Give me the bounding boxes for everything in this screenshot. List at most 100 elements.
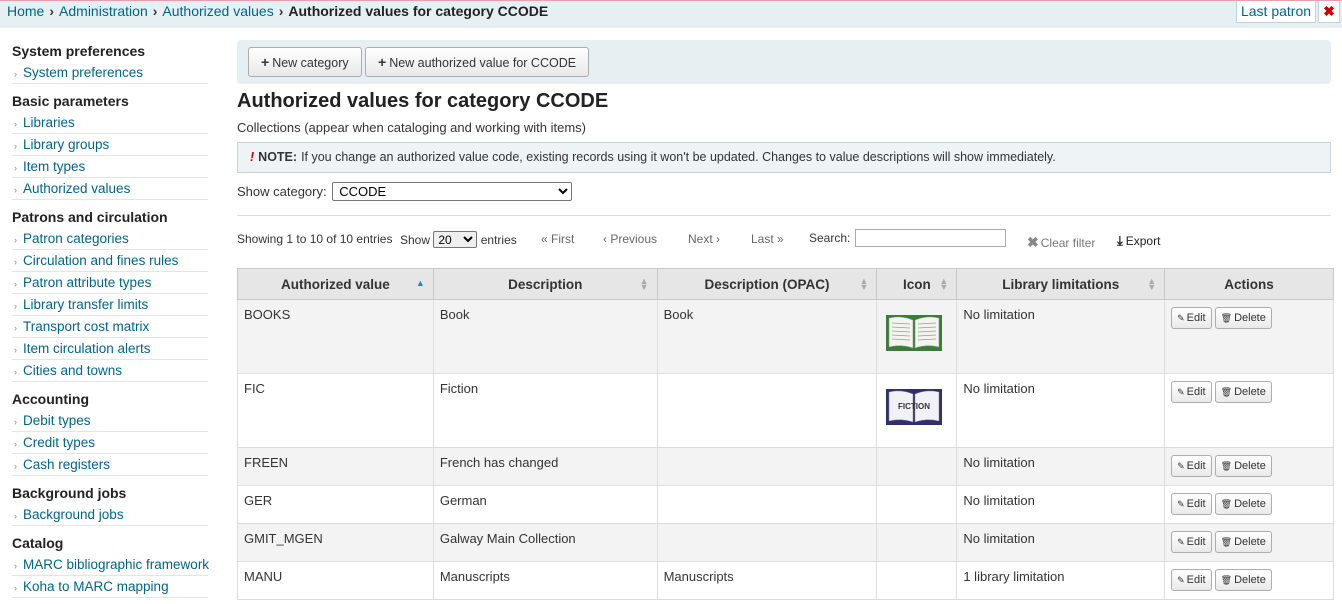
edit-button[interactable]: ✎ Edit	[1171, 569, 1212, 591]
first-page-link[interactable]: « First	[541, 232, 574, 246]
sidebar-item-transport-cost-matrix[interactable]: › Transport cost matrix	[12, 316, 208, 338]
exclamation-icon: !	[250, 150, 255, 164]
chevron-right-icon: ›	[14, 141, 17, 151]
delete-button[interactable]: 🗑 Delete	[1214, 531, 1272, 553]
chevron-right-icon: ›	[14, 279, 17, 289]
sidebar-item-label[interactable]: Item types	[23, 159, 85, 174]
table-row: FREEN French has changed No limitation ✎…	[237, 447, 1334, 486]
cell-description: Fiction	[432, 373, 658, 448]
edit-button[interactable]: ✎ Edit	[1171, 493, 1212, 515]
export-button[interactable]: ⤓ Export	[1117, 233, 1160, 249]
sidebar-item-label[interactable]: Item circulation alerts	[23, 341, 151, 356]
edit-button[interactable]: ✎ Edit	[1171, 455, 1212, 477]
table-row: BOOKS Book Book No limitation ✎ Edit 🗑 Dele…	[237, 299, 1334, 374]
breadcrumb-authorized-values[interactable]: Authorized values	[162, 3, 273, 19]
cell-authorized-value: FREEN	[237, 447, 434, 486]
sidebar-item-debit-types[interactable]: › Debit types	[12, 410, 208, 432]
chevron-right-icon: ›	[14, 417, 17, 427]
edit-button[interactable]: ✎ Edit	[1171, 307, 1212, 329]
sidebar-section: › MARC bibliographic framework › Koha to M…	[12, 554, 209, 598]
sidebar-item-marc-framework[interactable]: › MARC bibliographic framework	[12, 554, 209, 576]
chevron-right-icon: ›	[14, 345, 17, 355]
column-header-authorized-value[interactable]: Authorized value ▲	[237, 268, 434, 300]
last-page-link[interactable]: Last »	[751, 232, 784, 246]
new-authorized-value-button[interactable]: + New authorized value for CCODE	[365, 47, 590, 77]
sidebar-item-patron-categories[interactable]: › Patron categories	[12, 228, 208, 250]
trash-icon: 🗑	[1220, 313, 1233, 323]
new-category-button[interactable]: + New category	[248, 47, 362, 77]
sidebar-item-authorized-values[interactable]: › Authorized values	[12, 178, 208, 200]
sidebar-item-label[interactable]: Circulation and fines rules	[23, 253, 178, 268]
chevron-right-icon: ›	[14, 185, 17, 195]
sort-icon: ▲ ▼	[859, 276, 869, 292]
chevron-right-icon: ›	[14, 439, 17, 449]
sidebar-item-label[interactable]: Credit types	[23, 435, 95, 450]
sidebar-item-label[interactable]: Patron categories	[23, 231, 129, 246]
delete-button[interactable]: 🗑 Delete	[1214, 307, 1272, 329]
chevron-right-icon: ›	[14, 561, 17, 571]
note-label: NOTE:	[258, 150, 298, 164]
cell-description-opac	[656, 373, 878, 448]
last-patron-button[interactable]: Last patron	[1236, 1, 1316, 23]
column-header-description[interactable]: Description ▲ ▼	[432, 268, 658, 300]
sidebar-item-library-transfer-limits[interactable]: › Library transfer limits	[12, 294, 208, 316]
delete-label: Delete	[1234, 498, 1266, 510]
export-label: Export	[1125, 234, 1161, 248]
delete-button[interactable]: 🗑 Delete	[1214, 493, 1272, 515]
clear-filter-button[interactable]: ✖ Clear filter	[1027, 234, 1095, 251]
sidebar-item-background-jobs[interactable]: › Background jobs	[12, 504, 208, 526]
sidebar-item-patron-attribute-types[interactable]: › Patron attribute types	[12, 272, 208, 294]
column-header-library-limitations[interactable]: Library limitations ▲ ▼	[956, 268, 1166, 300]
sidebar-item-credit-types[interactable]: › Credit types	[12, 432, 208, 454]
sidebar-item-system-preferences[interactable]: › System preferences	[12, 62, 208, 84]
chevron-right-icon: ›	[14, 461, 17, 471]
sidebar-item-cash-registers[interactable]: › Cash registers	[12, 454, 208, 476]
sidebar-item-label[interactable]: MARC bibliographic framework	[23, 557, 209, 572]
sidebar-item-label[interactable]: Library groups	[23, 137, 109, 152]
breadcrumb-home[interactable]: Home	[7, 3, 44, 19]
cell-library-limitations: No limitation	[956, 299, 1166, 374]
close-icon[interactable]: ✖	[1318, 1, 1340, 23]
search-input[interactable]	[855, 229, 1006, 247]
sidebar-item-label[interactable]: Debit types	[23, 413, 91, 428]
sidebar-item-koha-marc-mapping[interactable]: › Koha to MARC mapping	[12, 576, 208, 598]
sort-icon: ▲ ▼	[1147, 276, 1157, 292]
edit-button[interactable]: ✎ Edit	[1171, 381, 1212, 403]
sidebar-item-label[interactable]: Koha to MARC mapping	[23, 579, 169, 594]
category-select[interactable]: CCODE	[332, 182, 573, 201]
breadcrumb-administration[interactable]: Administration	[59, 3, 148, 19]
clear-filter-label: Clear filter	[1040, 236, 1096, 250]
chevron-right-icon: ›	[14, 301, 17, 311]
cell-authorized-value: GER	[237, 485, 434, 524]
sidebar-item-label[interactable]: Cities and towns	[23, 363, 122, 378]
edit-label: Edit	[1186, 386, 1206, 398]
sidebar-item-label[interactable]: Library transfer limits	[23, 297, 148, 312]
sidebar-item-label[interactable]: Background jobs	[23, 507, 124, 522]
sidebar-item-libraries[interactable]: › Libraries	[12, 112, 208, 134]
sidebar-item-label[interactable]: System preferences	[23, 65, 143, 80]
sidebar-item-item-types[interactable]: › Item types	[12, 156, 208, 178]
sidebar-item-label[interactable]: Authorized values	[23, 181, 130, 196]
previous-page-link[interactable]: ‹ Previous	[603, 232, 657, 246]
edit-button[interactable]: ✎ Edit	[1171, 531, 1212, 553]
delete-button[interactable]: 🗑 Delete	[1214, 455, 1272, 477]
sidebar-item-cities-and-towns[interactable]: › Cities and towns	[12, 360, 208, 382]
show-label: Show	[400, 233, 431, 247]
sidebar-item-label[interactable]: Cash registers	[23, 457, 110, 472]
sidebar-item-item-circulation-alerts[interactable]: › Item circulation alerts	[12, 338, 208, 360]
column-header-icon[interactable]: Icon ▲ ▼	[876, 268, 958, 300]
sidebar-item-label[interactable]: Patron attribute types	[23, 275, 151, 290]
column-header-description-opac[interactable]: Description (OPAC) ▲ ▼	[656, 268, 878, 300]
next-page-link[interactable]: Next ›	[688, 232, 720, 246]
cell-actions: ✎ Edit 🗑 Delete	[1164, 373, 1334, 448]
page-length-select[interactable]: 20	[433, 231, 478, 248]
sidebar-item-library-groups[interactable]: › Library groups	[12, 134, 208, 156]
cell-library-limitations: No limitation	[956, 485, 1166, 524]
sidebar-item-circulation-rules[interactable]: › Circulation and fines rules	[12, 250, 208, 272]
icon-text: FICTION	[898, 402, 930, 411]
sidebar-item-label[interactable]: Libraries	[23, 115, 75, 130]
sidebar-item-label[interactable]: Transport cost matrix	[23, 319, 149, 334]
delete-button[interactable]: 🗑 Delete	[1214, 569, 1272, 591]
pencil-icon: ✎	[1177, 461, 1185, 471]
delete-button[interactable]: 🗑 Delete	[1214, 381, 1272, 403]
